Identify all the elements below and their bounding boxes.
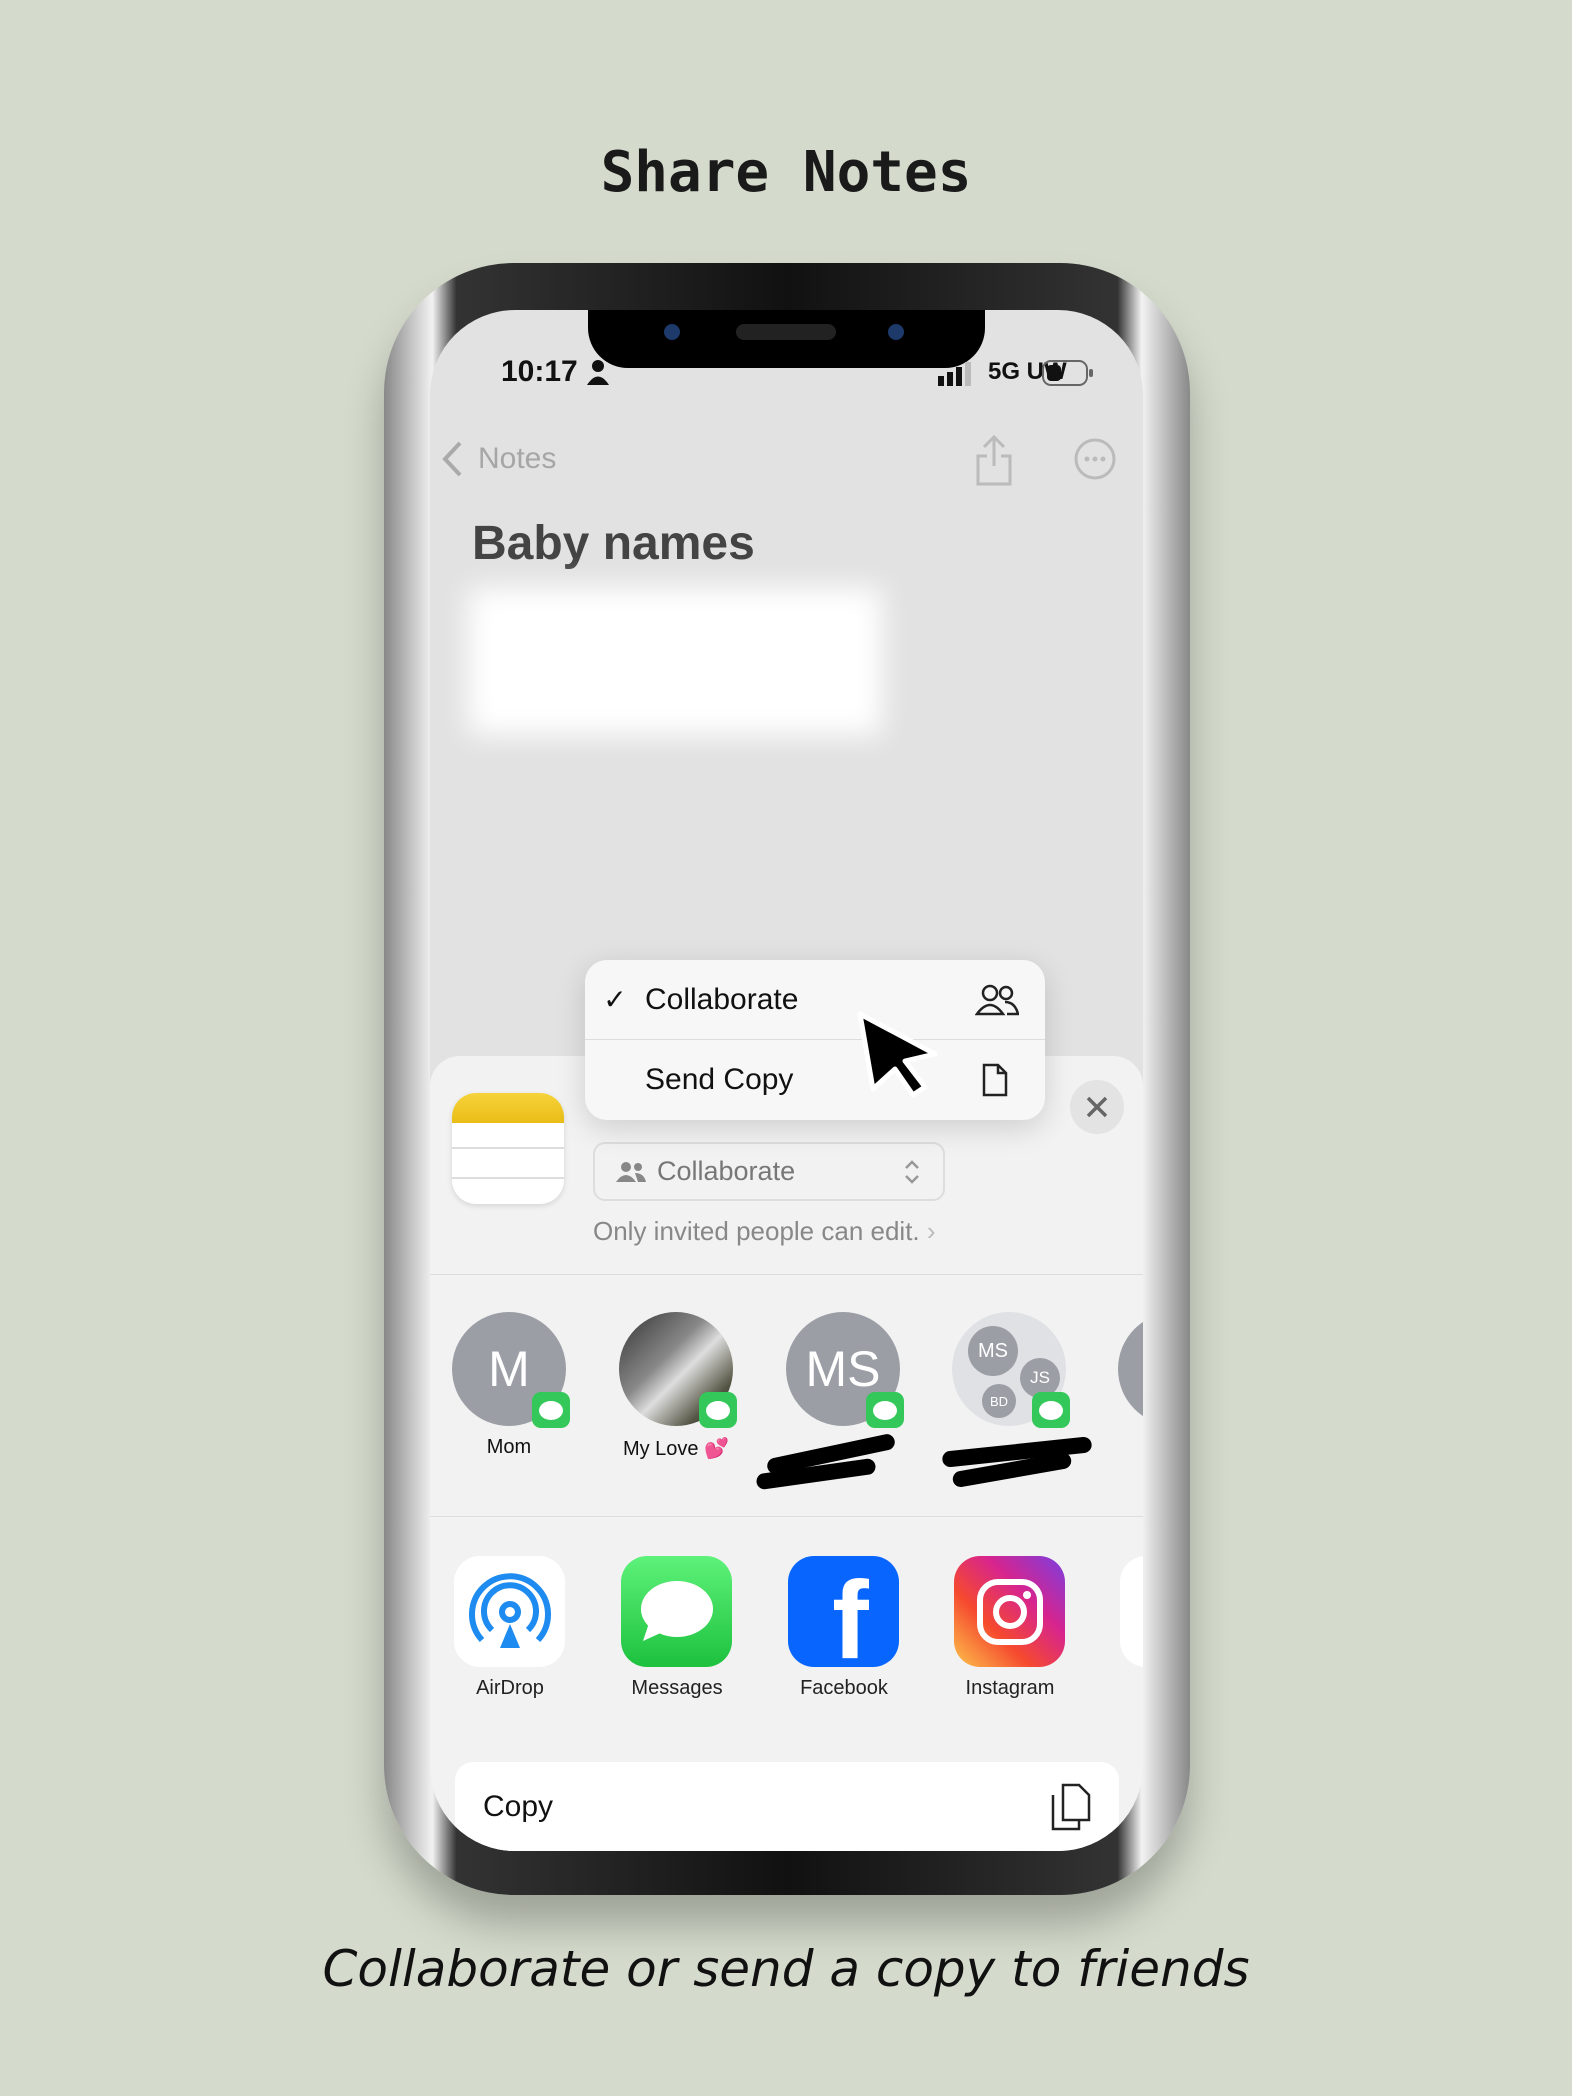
page-heading: Share Notes <box>600 140 972 205</box>
menu-item-label: Send Copy <box>645 1063 794 1096</box>
divider <box>430 1274 1143 1275</box>
divider <box>430 1516 1143 1517</box>
people-icon <box>616 1161 646 1182</box>
airdrop-icon <box>454 1556 565 1667</box>
permission-text: Only invited people can edit. <box>593 1216 920 1246</box>
app-instagram[interactable]: Instagram <box>954 1556 1090 1700</box>
signal-icon <box>938 362 971 386</box>
contact-ms[interactable]: MS <box>755 1312 904 1491</box>
blurred-note-content <box>468 588 882 735</box>
camera-icon <box>888 324 904 340</box>
app-label: AirDrop <box>476 1677 544 1699</box>
phone-screen: 10:17 5G UW Notes Baby names ✓ Collabora… <box>430 310 1143 1851</box>
menu-item-collaborate[interactable]: ✓ Collaborate <box>585 960 1045 1040</box>
app-airdrop[interactable]: AirDrop <box>454 1556 590 1700</box>
close-button[interactable] <box>1070 1080 1124 1134</box>
messages-badge-icon <box>532 1392 570 1428</box>
checkmark-icon: ✓ <box>603 984 627 1015</box>
copy-button[interactable]: Copy <box>455 1762 1119 1851</box>
contact-name: Mom <box>486 1436 532 1458</box>
app-label: Facebook <box>800 1677 888 1699</box>
notch <box>588 310 985 368</box>
mouse-cursor-icon <box>857 1011 938 1098</box>
notes-app-icon <box>452 1093 564 1204</box>
menu-item-label: Collaborate <box>645 982 799 1016</box>
people-icon <box>975 984 1019 1016</box>
menu-item-send-copy[interactable]: Send Copy <box>585 1040 1045 1120</box>
app-facebook[interactable]: f Facebook <box>788 1556 924 1700</box>
select-value: Collaborate <box>657 1156 796 1186</box>
copy-icon <box>1051 1783 1091 1831</box>
contact-name: My Love 💕 <box>622 1438 730 1460</box>
speaker-grille <box>736 324 836 340</box>
member-avatar: MS <box>968 1326 1018 1376</box>
facebook-icon: f <box>788 1556 899 1667</box>
permission-link[interactable]: Only invited people can edit. › <box>593 1216 936 1247</box>
contact-partial[interactable] <box>1118 1312 1143 1426</box>
messages-icon <box>621 1556 732 1667</box>
contact-my-love[interactable]: My Love 💕 <box>619 1312 756 1461</box>
note-title: Baby names <box>472 517 755 570</box>
copy-label: Copy <box>483 1790 554 1823</box>
chevron-updown-icon <box>905 1159 919 1184</box>
contact-group[interactable]: MS JS BD <box>941 1312 1093 1489</box>
avatar <box>1118 1312 1143 1426</box>
share-icon[interactable] <box>974 434 1014 488</box>
more-icon[interactable] <box>1074 438 1116 480</box>
share-mode-menu: ✓ Collaborate Send Copy <box>585 960 1045 1120</box>
messages-badge-icon <box>699 1392 737 1428</box>
caption: Collaborate or send a copy to friends <box>322 1940 1250 1998</box>
chevron-right-icon: › <box>926 1216 936 1246</box>
instagram-icon <box>954 1556 1065 1667</box>
share-sheet: Collaborate Only invited people can edit… <box>430 1056 1143 1851</box>
document-icon <box>982 1063 1008 1097</box>
messages-badge-icon <box>1032 1392 1070 1428</box>
camera-icon <box>664 324 680 340</box>
battery-icon <box>1042 360 1093 386</box>
collaborate-select[interactable]: Collaborate <box>593 1142 945 1201</box>
contact-mom[interactable]: M Mom <box>452 1312 589 1459</box>
status-time: 10:17 <box>501 355 578 388</box>
app-label: Messages <box>631 1677 723 1699</box>
app-partial-icon[interactable] <box>1120 1556 1143 1667</box>
person-icon <box>587 360 609 385</box>
chevron-left-icon[interactable] <box>440 440 464 478</box>
app-messages[interactable]: Messages <box>621 1556 757 1700</box>
close-icon <box>1086 1096 1108 1118</box>
app-label: Instagram <box>965 1677 1055 1699</box>
member-avatar: BD <box>982 1384 1016 1418</box>
back-button[interactable]: Notes <box>478 442 556 476</box>
messages-badge-icon <box>866 1392 904 1428</box>
